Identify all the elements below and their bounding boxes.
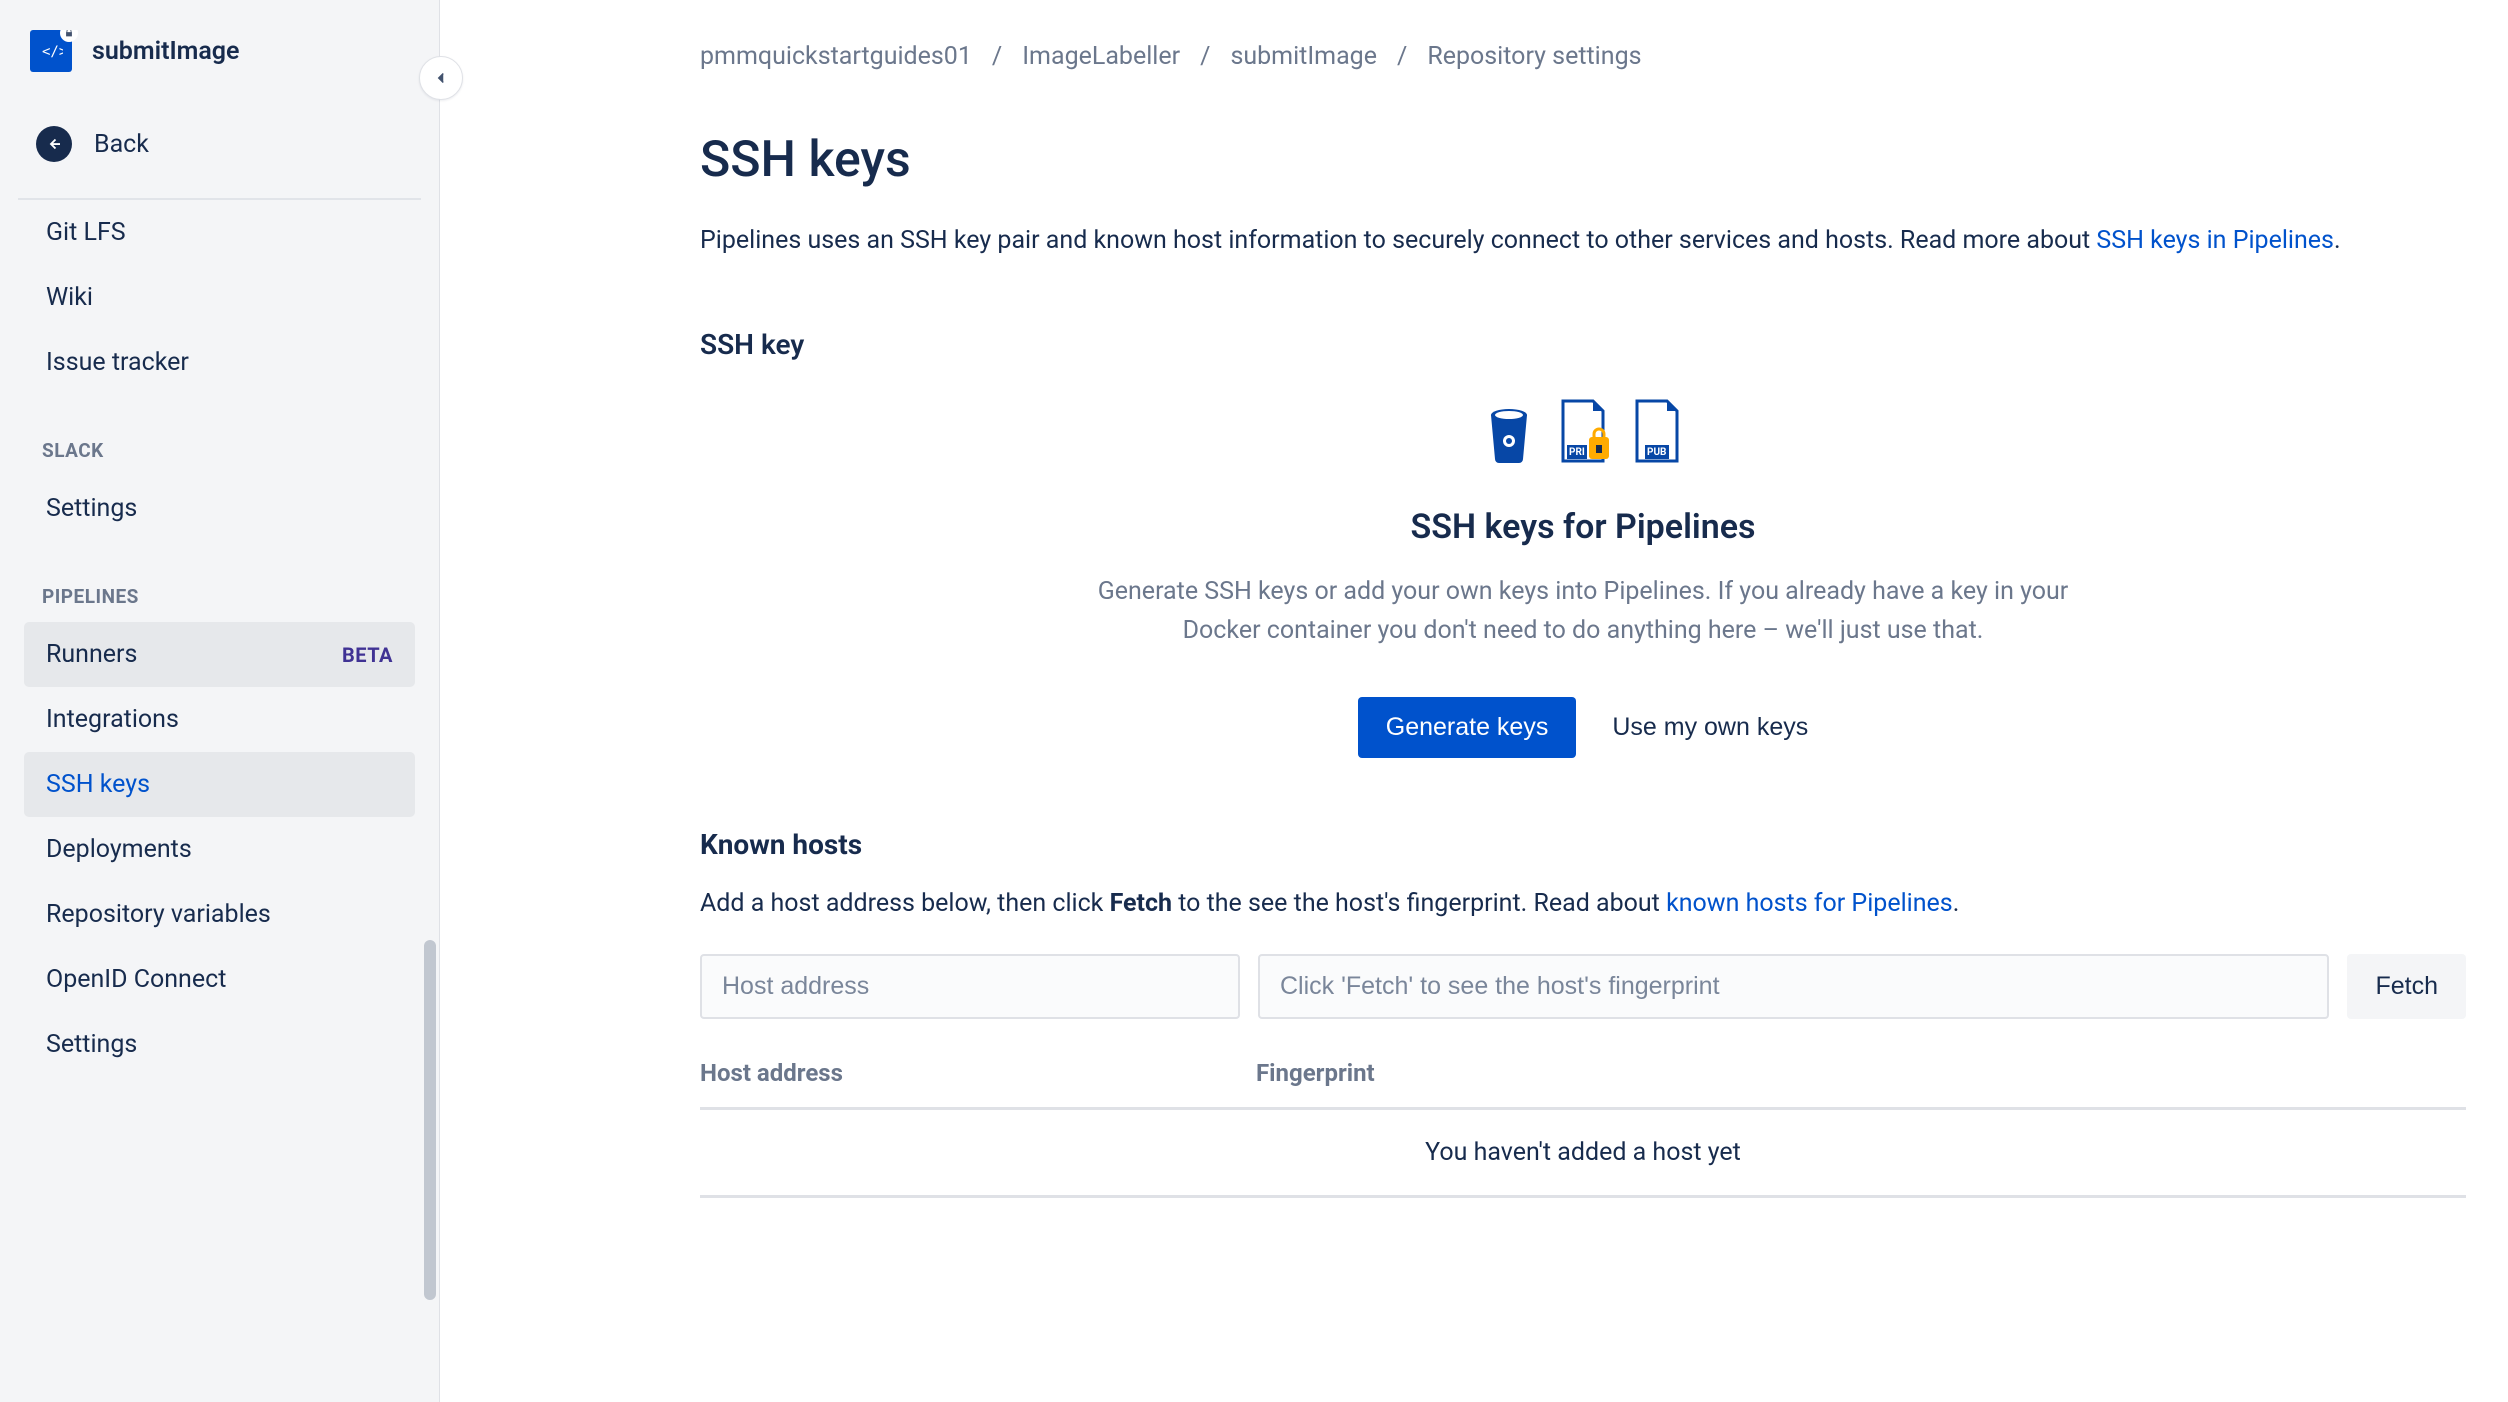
intro-text-content: Pipelines uses an SSH key pair and known…: [700, 226, 2096, 255]
sidebar-item-pipelines-settings[interactable]: Settings: [24, 1012, 415, 1077]
private-key-file-icon: PRI: [1555, 397, 1611, 467]
breadcrumb: pmmquickstartguides01 / ImageLabeller / su…: [700, 42, 2466, 71]
back-button[interactable]: Back: [18, 96, 421, 200]
ssh-keys-pipelines-link[interactable]: SSH keys in Pipelines: [2096, 226, 2334, 255]
known-hosts-table-header: Host address Fingerprint: [700, 1059, 2466, 1110]
sidebar-section-slack: SLACK: [24, 395, 415, 476]
svg-text:</>: </>: [42, 44, 63, 60]
breadcrumb-item[interactable]: ImageLabeller: [1022, 42, 1180, 71]
sidebar-item-integrations[interactable]: Integrations: [24, 687, 415, 752]
sidebar: </> submitImage Back Git LFS Wiki Issue …: [0, 0, 440, 1402]
repo-header: </> submitImage: [18, 30, 421, 96]
sidebar-item-openid-connect[interactable]: OpenID Connect: [24, 947, 415, 1012]
sidebar-item-label: OpenID Connect: [46, 965, 226, 994]
sidebar-item-deployments[interactable]: Deployments: [24, 817, 415, 882]
sidebar-item-repository-variables[interactable]: Repository variables: [24, 882, 415, 947]
sidebar-item-ssh-keys[interactable]: SSH keys: [24, 752, 415, 817]
ssh-key-section-title: SSH key: [700, 328, 2466, 361]
beta-badge: BETA: [342, 643, 393, 667]
sidebar-item-issue-tracker[interactable]: Issue tracker: [24, 330, 415, 395]
bucket-icon: [1481, 397, 1537, 467]
back-arrow-icon: [36, 126, 72, 162]
back-label: Back: [94, 130, 149, 159]
sidebar-item-runners[interactable]: Runners BETA: [24, 622, 415, 687]
breadcrumb-item[interactable]: submitImage: [1230, 42, 1377, 71]
sidebar-item-label: SSH keys: [46, 770, 150, 799]
main-content: pmmquickstartguides01 / ImageLabeller / su…: [440, 0, 2508, 1402]
host-address-input[interactable]: [700, 954, 1240, 1019]
known-desc-mid: to the see the host's fingerprint. Read …: [1172, 889, 1666, 918]
lock-icon: [60, 30, 78, 42]
repo-icon: </>: [30, 30, 72, 72]
use-own-keys-button[interactable]: Use my own keys: [1612, 713, 1808, 742]
sidebar-section-pipelines: PIPELINES: [24, 541, 415, 622]
known-desc-prefix: Add a host address below, then click: [700, 889, 1110, 918]
th-host-address: Host address: [700, 1059, 1256, 1087]
sidebar-item-label: Git LFS: [46, 218, 126, 247]
breadcrumb-separator: /: [1397, 42, 1407, 71]
svg-text:PRI: PRI: [1569, 447, 1585, 458]
ssh-panel-title: SSH keys for Pipelines: [1063, 507, 2103, 547]
known-desc-fetch-word: Fetch: [1110, 889, 1172, 918]
known-hosts-input-row: Fetch: [700, 954, 2466, 1019]
ssh-keys-illustration: PRI PUB: [1063, 397, 2103, 467]
sidebar-item-git-lfs[interactable]: Git LFS: [24, 200, 415, 265]
sidebar-item-wiki[interactable]: Wiki: [24, 265, 415, 330]
sidebar-item-label: Repository variables: [46, 900, 271, 929]
ssh-keys-panel: PRI PUB SSH keys for Pipelines Generate …: [1063, 397, 2103, 758]
sidebar-scrollbar[interactable]: [424, 940, 436, 1300]
fetch-button[interactable]: Fetch: [2347, 954, 2466, 1019]
generate-keys-button[interactable]: Generate keys: [1358, 697, 1577, 758]
public-key-file-icon: PUB: [1629, 397, 1685, 467]
sidebar-item-slack-settings[interactable]: Settings: [24, 476, 415, 541]
sidebar-item-label: Settings: [46, 1030, 137, 1059]
sidebar-item-label: Wiki: [46, 283, 93, 312]
intro-text: Pipelines uses an SSH key pair and known…: [700, 223, 2466, 258]
breadcrumb-separator: /: [992, 42, 1002, 71]
sidebar-item-label: Integrations: [46, 705, 179, 734]
breadcrumb-item[interactable]: pmmquickstartguides01: [700, 42, 972, 71]
known-hosts-pipelines-link[interactable]: known hosts for Pipelines: [1666, 889, 1953, 918]
page-title: SSH keys: [700, 131, 2466, 189]
svg-text:PUB: PUB: [1647, 447, 1666, 458]
known-hosts-description: Add a host address below, then click Fet…: [700, 889, 2466, 918]
sidebar-item-label: Issue tracker: [46, 348, 189, 377]
fingerprint-input[interactable]: [1258, 954, 2329, 1019]
known-desc-suffix: .: [1953, 889, 1960, 918]
intro-suffix: .: [2334, 226, 2341, 255]
known-hosts-empty-state: You haven't added a host yet: [700, 1110, 2466, 1198]
th-fingerprint: Fingerprint: [1256, 1059, 2466, 1087]
sidebar-item-label: Deployments: [46, 835, 192, 864]
ssh-panel-description: Generate SSH keys or add your own keys i…: [1063, 573, 2103, 651]
sidebar-item-label: Runners: [46, 640, 137, 669]
breadcrumb-item[interactable]: Repository settings: [1427, 42, 1641, 71]
breadcrumb-separator: /: [1200, 42, 1210, 71]
sidebar-item-label: Settings: [46, 494, 137, 523]
repo-name[interactable]: submitImage: [92, 37, 240, 66]
known-hosts-title: Known hosts: [700, 828, 2466, 861]
